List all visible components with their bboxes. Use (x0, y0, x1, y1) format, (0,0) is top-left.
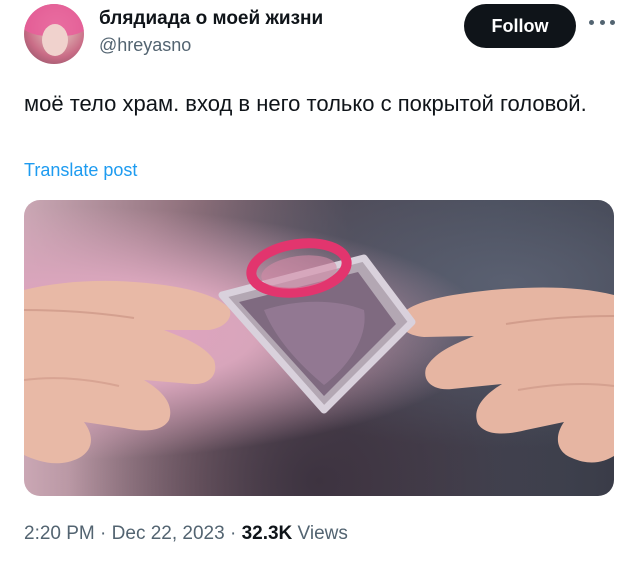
translate-post-link[interactable]: Translate post (24, 160, 137, 181)
author-block: блядиада о моей жизни @hreyasno (99, 7, 323, 57)
avatar-face (42, 24, 68, 56)
avatar[interactable] (24, 4, 84, 64)
meta-separator: · (224, 523, 242, 544)
photo-hands-holding-condom (24, 238, 614, 464)
views-count: 32.3K (241, 523, 293, 544)
meta-separator: · (94, 523, 112, 544)
tweet-meta: 2:20 PM · Dec 22, 2023 · 32.3K Views (24, 522, 348, 546)
tweet-time[interactable]: 2:20 PM (24, 523, 95, 544)
tweet-text: моё тело храм. вход в него только с покр… (24, 91, 587, 116)
more-horizontal-icon[interactable] (589, 14, 615, 30)
follow-button[interactable]: Follow (464, 4, 576, 48)
tweet-image[interactable] (24, 200, 614, 496)
views-label: Views (292, 523, 348, 544)
user-handle[interactable]: @hreyasno (99, 33, 323, 57)
tweet-date[interactable]: Dec 22, 2023 (112, 523, 225, 544)
display-name[interactable]: блядиада о моей жизни (99, 7, 323, 31)
